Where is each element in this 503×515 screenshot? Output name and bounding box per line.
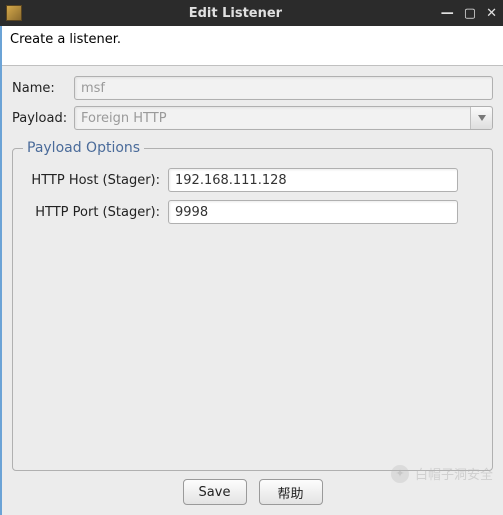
http-host-input[interactable] (168, 168, 458, 192)
payload-label: Payload: (12, 111, 74, 126)
payload-combo-text: Foreign HTTP (75, 111, 470, 126)
save-button[interactable]: Save (183, 479, 247, 505)
button-bar: Save 帮助 (12, 471, 493, 515)
close-button[interactable]: ✕ (486, 6, 497, 21)
form-area: Name: Payload: Foreign HTTP Payload Opti… (2, 66, 503, 515)
window-body: Create a listener. Name: Payload: Foreig… (0, 26, 503, 515)
description-text: Create a listener. (10, 32, 121, 47)
chevron-down-icon (478, 115, 486, 121)
http-host-label: HTTP Host (Stager): (23, 173, 168, 188)
name-label: Name: (12, 81, 74, 96)
titlebar: Edit Listener — ▢ ✕ (0, 0, 503, 26)
maximize-button[interactable]: ▢ (464, 6, 476, 21)
payload-options-legend: Payload Options (23, 140, 144, 156)
payload-combo-button[interactable] (470, 107, 492, 129)
name-input[interactable] (74, 76, 493, 100)
payload-options-group: Payload Options HTTP Host (Stager): HTTP… (12, 140, 493, 471)
http-port-input[interactable] (168, 200, 458, 224)
payload-combo[interactable]: Foreign HTTP (74, 106, 493, 130)
app-icon (6, 5, 22, 21)
http-port-label: HTTP Port (Stager): (23, 205, 168, 220)
window-title: Edit Listener (30, 6, 441, 21)
help-button[interactable]: 帮助 (259, 479, 323, 505)
minimize-button[interactable]: — (441, 6, 454, 21)
description-area: Create a listener. (2, 26, 503, 66)
